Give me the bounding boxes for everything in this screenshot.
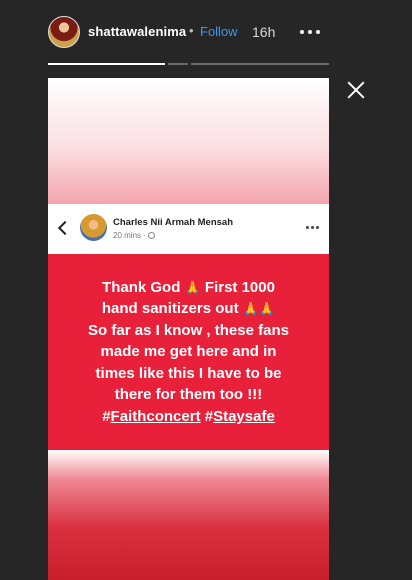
story-content[interactable]: Charles Nii Armah Mensah 20 mins · Thank…	[48, 78, 329, 580]
story-progress-fill	[48, 63, 165, 65]
post-time: 16h	[252, 24, 276, 40]
post-line: there for them too !!!	[114, 386, 263, 404]
follow-button[interactable]: Follow	[200, 24, 238, 39]
separator-dot: •	[189, 23, 194, 38]
post-line: Thank God 🙏 First 1000	[54, 277, 324, 299]
post-meta: 20 mins ·	[113, 231, 156, 240]
hashtag-faithconcert[interactable]: Faithconcert	[111, 408, 201, 425]
story-header: shattawalenima • Follow 16h	[0, 0, 412, 62]
story-progress-1	[48, 63, 165, 65]
more-options-icon[interactable]	[298, 22, 322, 42]
story-bottom-gradient	[48, 450, 329, 580]
post-line: times like this I have to be	[95, 364, 282, 382]
close-icon[interactable]	[344, 78, 368, 102]
post-line: made me get here and in	[100, 343, 277, 361]
post-timestamp: 20 mins ·	[113, 231, 146, 240]
hashtag-staysafe[interactable]: Staysafe	[213, 408, 275, 425]
username[interactable]: shattawalenima	[88, 24, 186, 39]
story-progress-2	[168, 63, 188, 65]
post-line-text: Thank God	[102, 278, 181, 296]
post-author-avatar	[80, 214, 107, 241]
hashtag-line: #Faithconcert #Staysafe	[54, 406, 324, 428]
hashtag-prefix: #	[102, 407, 111, 425]
profile-avatar[interactable]	[48, 16, 80, 48]
post-line: hand sanitizers out 🙏🙏	[54, 298, 324, 320]
hashtag-prefix: #	[204, 407, 214, 425]
post-line-text: hand sanitizers out	[101, 300, 239, 318]
post-text: Thank God 🙏 First 1000 hand sanitizers o…	[54, 277, 324, 428]
post-body: Thank God 🙏 First 1000 hand sanitizers o…	[48, 254, 329, 450]
praying-hands-emoji: 🙏🙏	[242, 301, 276, 317]
back-chevron-icon[interactable]	[57, 220, 73, 236]
post-author-name: Charles Nii Armah Mensah	[113, 217, 234, 228]
post-more-icon	[306, 226, 320, 232]
story-top-gradient	[48, 78, 329, 204]
praying-hands-emoji: 🙏	[184, 279, 201, 295]
story-progress-3	[191, 63, 329, 65]
post-line: So far as I know , these fans	[88, 321, 289, 339]
globe-icon	[148, 232, 156, 239]
post-header: Charles Nii Armah Mensah 20 mins ·	[48, 204, 329, 255]
post-line-text: First 1000	[204, 278, 275, 296]
